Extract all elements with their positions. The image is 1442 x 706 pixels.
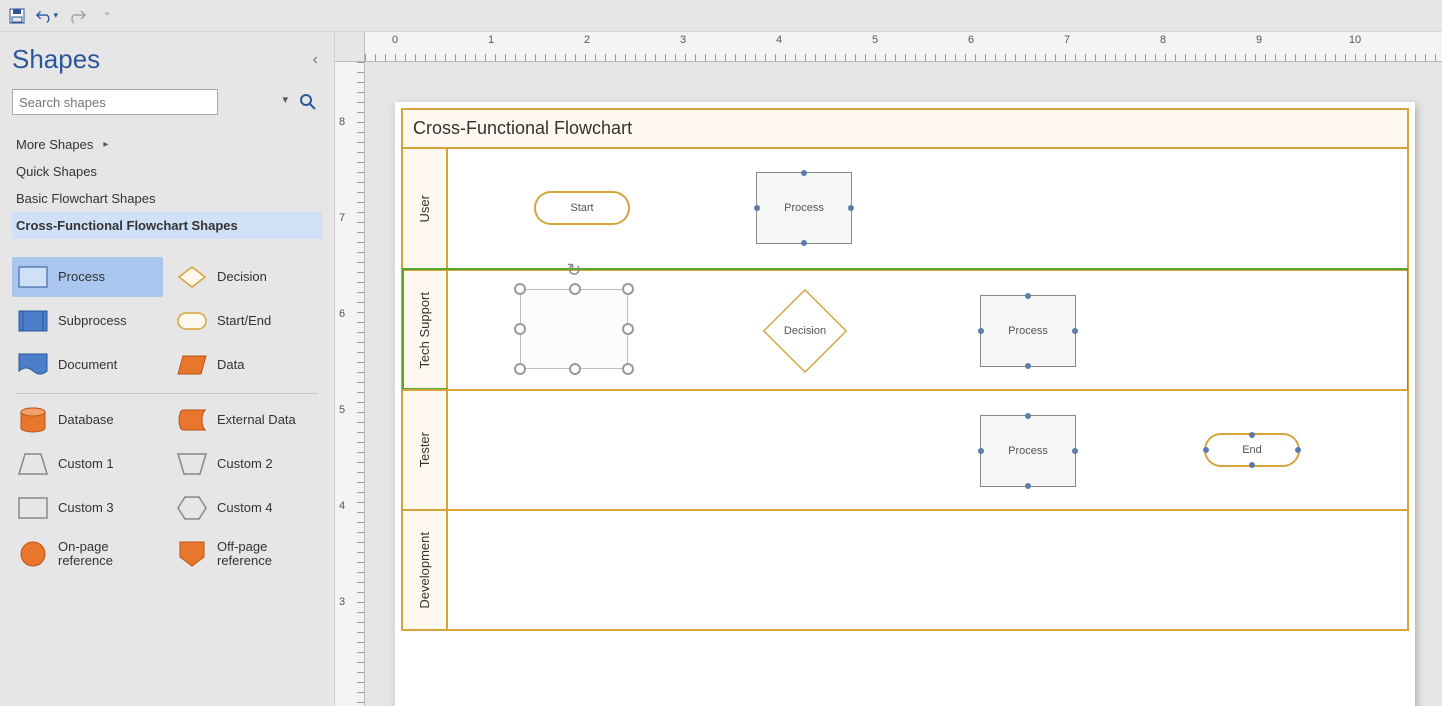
node-decision[interactable]: Decision [763,289,847,373]
stencil-onpage-ref[interactable]: On-page reference [12,532,163,577]
undo-button[interactable]: ▾ [36,5,58,27]
stencil-database[interactable]: Database [12,400,163,440]
node-end[interactable]: End [1204,433,1300,467]
swimlane-header-user[interactable]: User [403,149,448,269]
stencil-custom1[interactable]: Custom 1 [12,444,163,484]
stencil-data[interactable]: Data [171,345,322,385]
shape-category-list: More Shapes ▸ Quick Shapes Basic Flowcha… [12,131,322,239]
collapse-shapes-panel-button[interactable]: ‹ [313,51,322,69]
stencil-custom3[interactable]: Custom 3 [12,488,163,528]
decision-icon [177,265,207,289]
swimlane-header-tester[interactable]: Tester [403,391,448,509]
swimlane-header-development[interactable]: Development [403,511,448,629]
chevron-right-icon: ▸ [103,139,108,150]
stencil-process[interactable]: Process [12,257,163,297]
swimlane-header-tech-support[interactable]: Tech Support [403,271,448,389]
subprocess-icon [18,309,48,333]
shapes-panel: Shapes ‹ More Shapes ▸ Quick Shapes Basi… [0,32,335,706]
search-shapes-input[interactable] [12,89,218,115]
swimlane-user[interactable]: User Start Process [403,149,1407,269]
swimlane-tech-support[interactable]: Tech Support ↻ [403,269,1407,389]
swimlane-development[interactable]: Development [403,509,1407,629]
stencil-divider [16,393,318,394]
stencil-decision[interactable]: Decision [171,257,322,297]
database-icon [18,408,48,432]
canvas-scroll-region[interactable]: Cross-Functional Flowchart [365,62,1442,706]
shape-category-cross-functional[interactable]: Cross-Functional Flowchart Shapes [12,212,322,239]
custom2-icon [177,452,207,476]
document-icon [18,353,48,377]
node-process-2[interactable]: Process [980,295,1076,367]
shapes-panel-title: Shapes [12,44,100,75]
stencil-startend[interactable]: Start/End [171,301,322,341]
swimlane-tester[interactable]: Tester Process End [403,389,1407,509]
shape-category-quick-shapes[interactable]: Quick Shapes [12,158,322,185]
redo-button[interactable] [66,5,88,27]
startend-icon [177,309,207,333]
onpage-ref-icon [18,542,48,566]
customize-qat-button[interactable]: ⁼ [96,5,118,27]
custom3-icon [18,496,48,520]
ruler-corner [335,32,365,62]
swimlane-container[interactable]: Cross-Functional Flowchart [401,108,1409,631]
horizontal-ruler[interactable]: 01234567891011 [365,32,1442,62]
node-start[interactable]: Start [534,191,630,225]
process-icon [18,265,48,289]
custom1-icon [18,452,48,476]
stencil-subprocess[interactable]: Subprocess [12,301,163,341]
stencil-custom2[interactable]: Custom 2 [171,444,322,484]
external-data-icon [177,408,207,432]
shape-stencil-grid: Process Decision Subprocess Start/End Do… [12,249,322,577]
vertical-ruler[interactable]: 876543 [335,62,365,706]
node-process-1[interactable]: Process [756,172,852,244]
drawing-canvas-area: 01234567891011 876543 Cross-Functional F… [335,32,1442,706]
save-button[interactable] [6,5,28,27]
rotate-handle-icon[interactable]: ↻ [566,260,581,281]
offpage-ref-icon [177,542,207,566]
stencil-external-data[interactable]: External Data [171,400,322,440]
stencil-document[interactable]: Document [12,345,163,385]
stencil-offpage-ref[interactable]: Off-page reference [171,532,322,577]
selected-shape[interactable]: ↻ [520,289,628,369]
search-icon[interactable] [294,89,322,115]
drawing-page[interactable]: Cross-Functional Flowchart [395,102,1415,706]
shape-category-more-shapes[interactable]: More Shapes ▸ [12,131,322,158]
custom4-icon [177,496,207,520]
data-icon [177,353,207,377]
diagram-title[interactable]: Cross-Functional Flowchart [403,110,1407,149]
quick-access-toolbar: ▾ ⁼ [0,0,1442,32]
node-process-3[interactable]: Process [980,415,1076,487]
shape-category-basic-flowchart[interactable]: Basic Flowchart Shapes [12,185,322,212]
stencil-custom4[interactable]: Custom 4 [171,488,322,528]
